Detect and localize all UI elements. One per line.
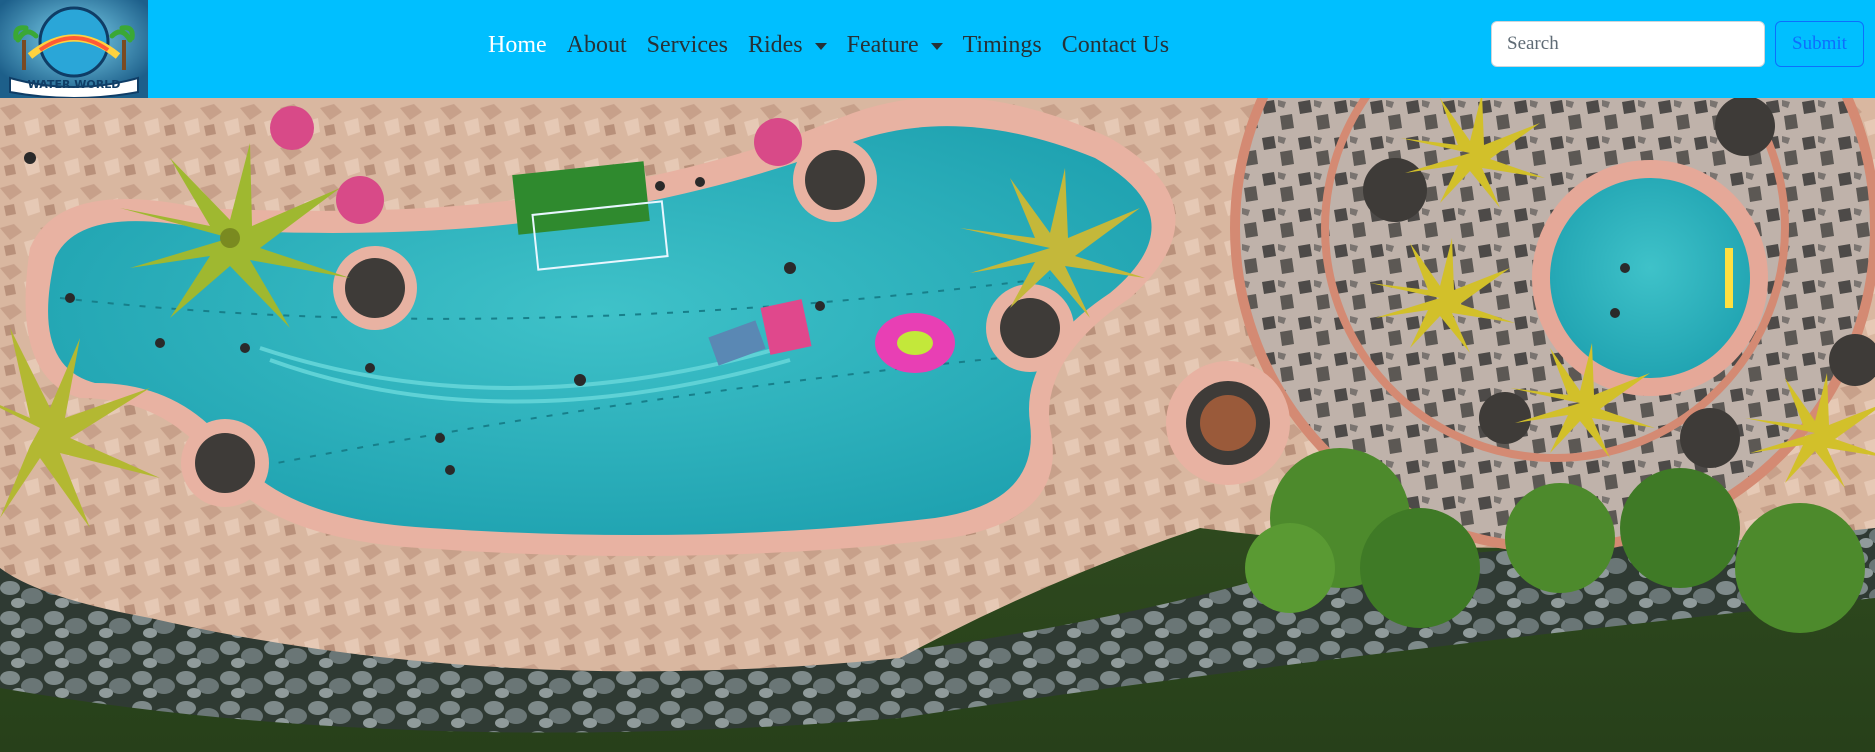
nav-timings-label: Timings [962, 31, 1042, 58]
nav-feature-label: Feature [846, 31, 919, 58]
navbar: WATER WORLD Home About Services Rides Fe… [0, 0, 1875, 98]
nav-home-label: Home [488, 31, 547, 58]
aerial-pool-image [0, 98, 1875, 752]
nav-services-link[interactable]: Services [637, 32, 738, 59]
nav-timings-link[interactable]: Timings [953, 32, 1052, 59]
logo-graphic: WATER WORLD [0, 0, 148, 98]
submit-button[interactable]: Submit [1775, 21, 1864, 67]
nav-about-link[interactable]: About [557, 32, 637, 59]
nav-feature-dropdown[interactable]: Feature [837, 32, 953, 59]
nav-rides-label: Rides [747, 31, 803, 58]
caret-down-icon [930, 42, 943, 50]
nav-rides-dropdown[interactable]: Rides [738, 32, 837, 59]
nav-contact-label: Contact Us [1061, 31, 1170, 58]
water-world-logo[interactable]: WATER WORLD [0, 0, 148, 98]
nav-about-label: About [566, 31, 627, 58]
caret-down-icon [814, 42, 827, 50]
logo-text: WATER WORLD [28, 78, 121, 91]
nav-services-label: Services [646, 31, 728, 58]
nav-home-link[interactable]: Home [478, 32, 557, 59]
hero-banner [0, 98, 1875, 752]
main-nav: Home About Services Rides Feature Timing… [478, 0, 1179, 90]
search-input[interactable] [1491, 21, 1765, 67]
nav-contact-link[interactable]: Contact Us [1052, 32, 1179, 59]
